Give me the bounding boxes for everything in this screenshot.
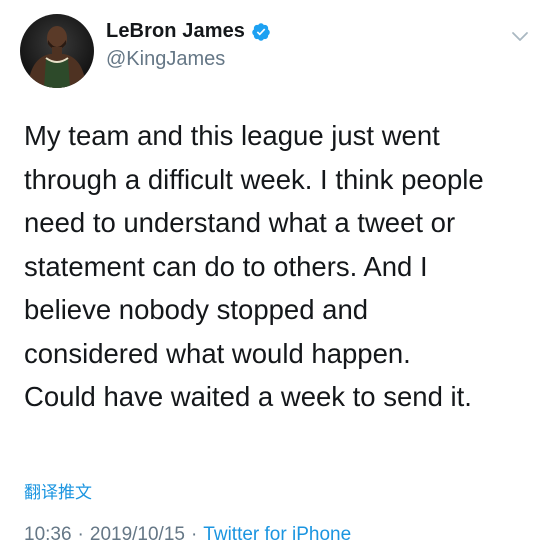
author-name-row: LeBron James (106, 20, 271, 43)
tweet-metadata: 10:36 · 2019/10/15 · Twitter for iPhone (24, 524, 351, 546)
author-display-name[interactable]: LeBron James (106, 20, 245, 43)
tweet-text-line: considered what would happen. (24, 337, 411, 369)
meta-separator: · (190, 524, 198, 545)
tweet-text-line: My team and this league just went (24, 120, 440, 151)
tweet-source-link[interactable]: Twitter for iPhone (203, 524, 351, 546)
tweet-text-line: statement can do to others. And I (24, 250, 428, 282)
tweet-card: LeBron James @KingJames My team and this… (0, 0, 550, 545)
tweet-text-line: Could have waited a week to send it. (24, 381, 472, 412)
author-handle[interactable]: @KingJames (106, 48, 225, 71)
verified-badge-icon (252, 22, 270, 41)
meta-separator: · (77, 524, 84, 545)
tweet-text-line: through a difficult week. I think people (24, 163, 484, 195)
tweet-text-line: believe nobody stopped and (24, 294, 369, 325)
tweet-date[interactable]: 2019/10/15 (90, 524, 185, 546)
tweet-text: My team and this league just went throug… (24, 114, 534, 419)
chevron-down-icon[interactable] (510, 26, 530, 46)
avatar-image (28, 26, 86, 88)
tweet-time[interactable]: 10:36 (24, 524, 72, 546)
tweet-text-line: need to understand what a tweet or (24, 207, 456, 238)
avatar[interactable] (20, 14, 94, 88)
translate-tweet-link[interactable]: 翻译推文 (24, 478, 92, 503)
